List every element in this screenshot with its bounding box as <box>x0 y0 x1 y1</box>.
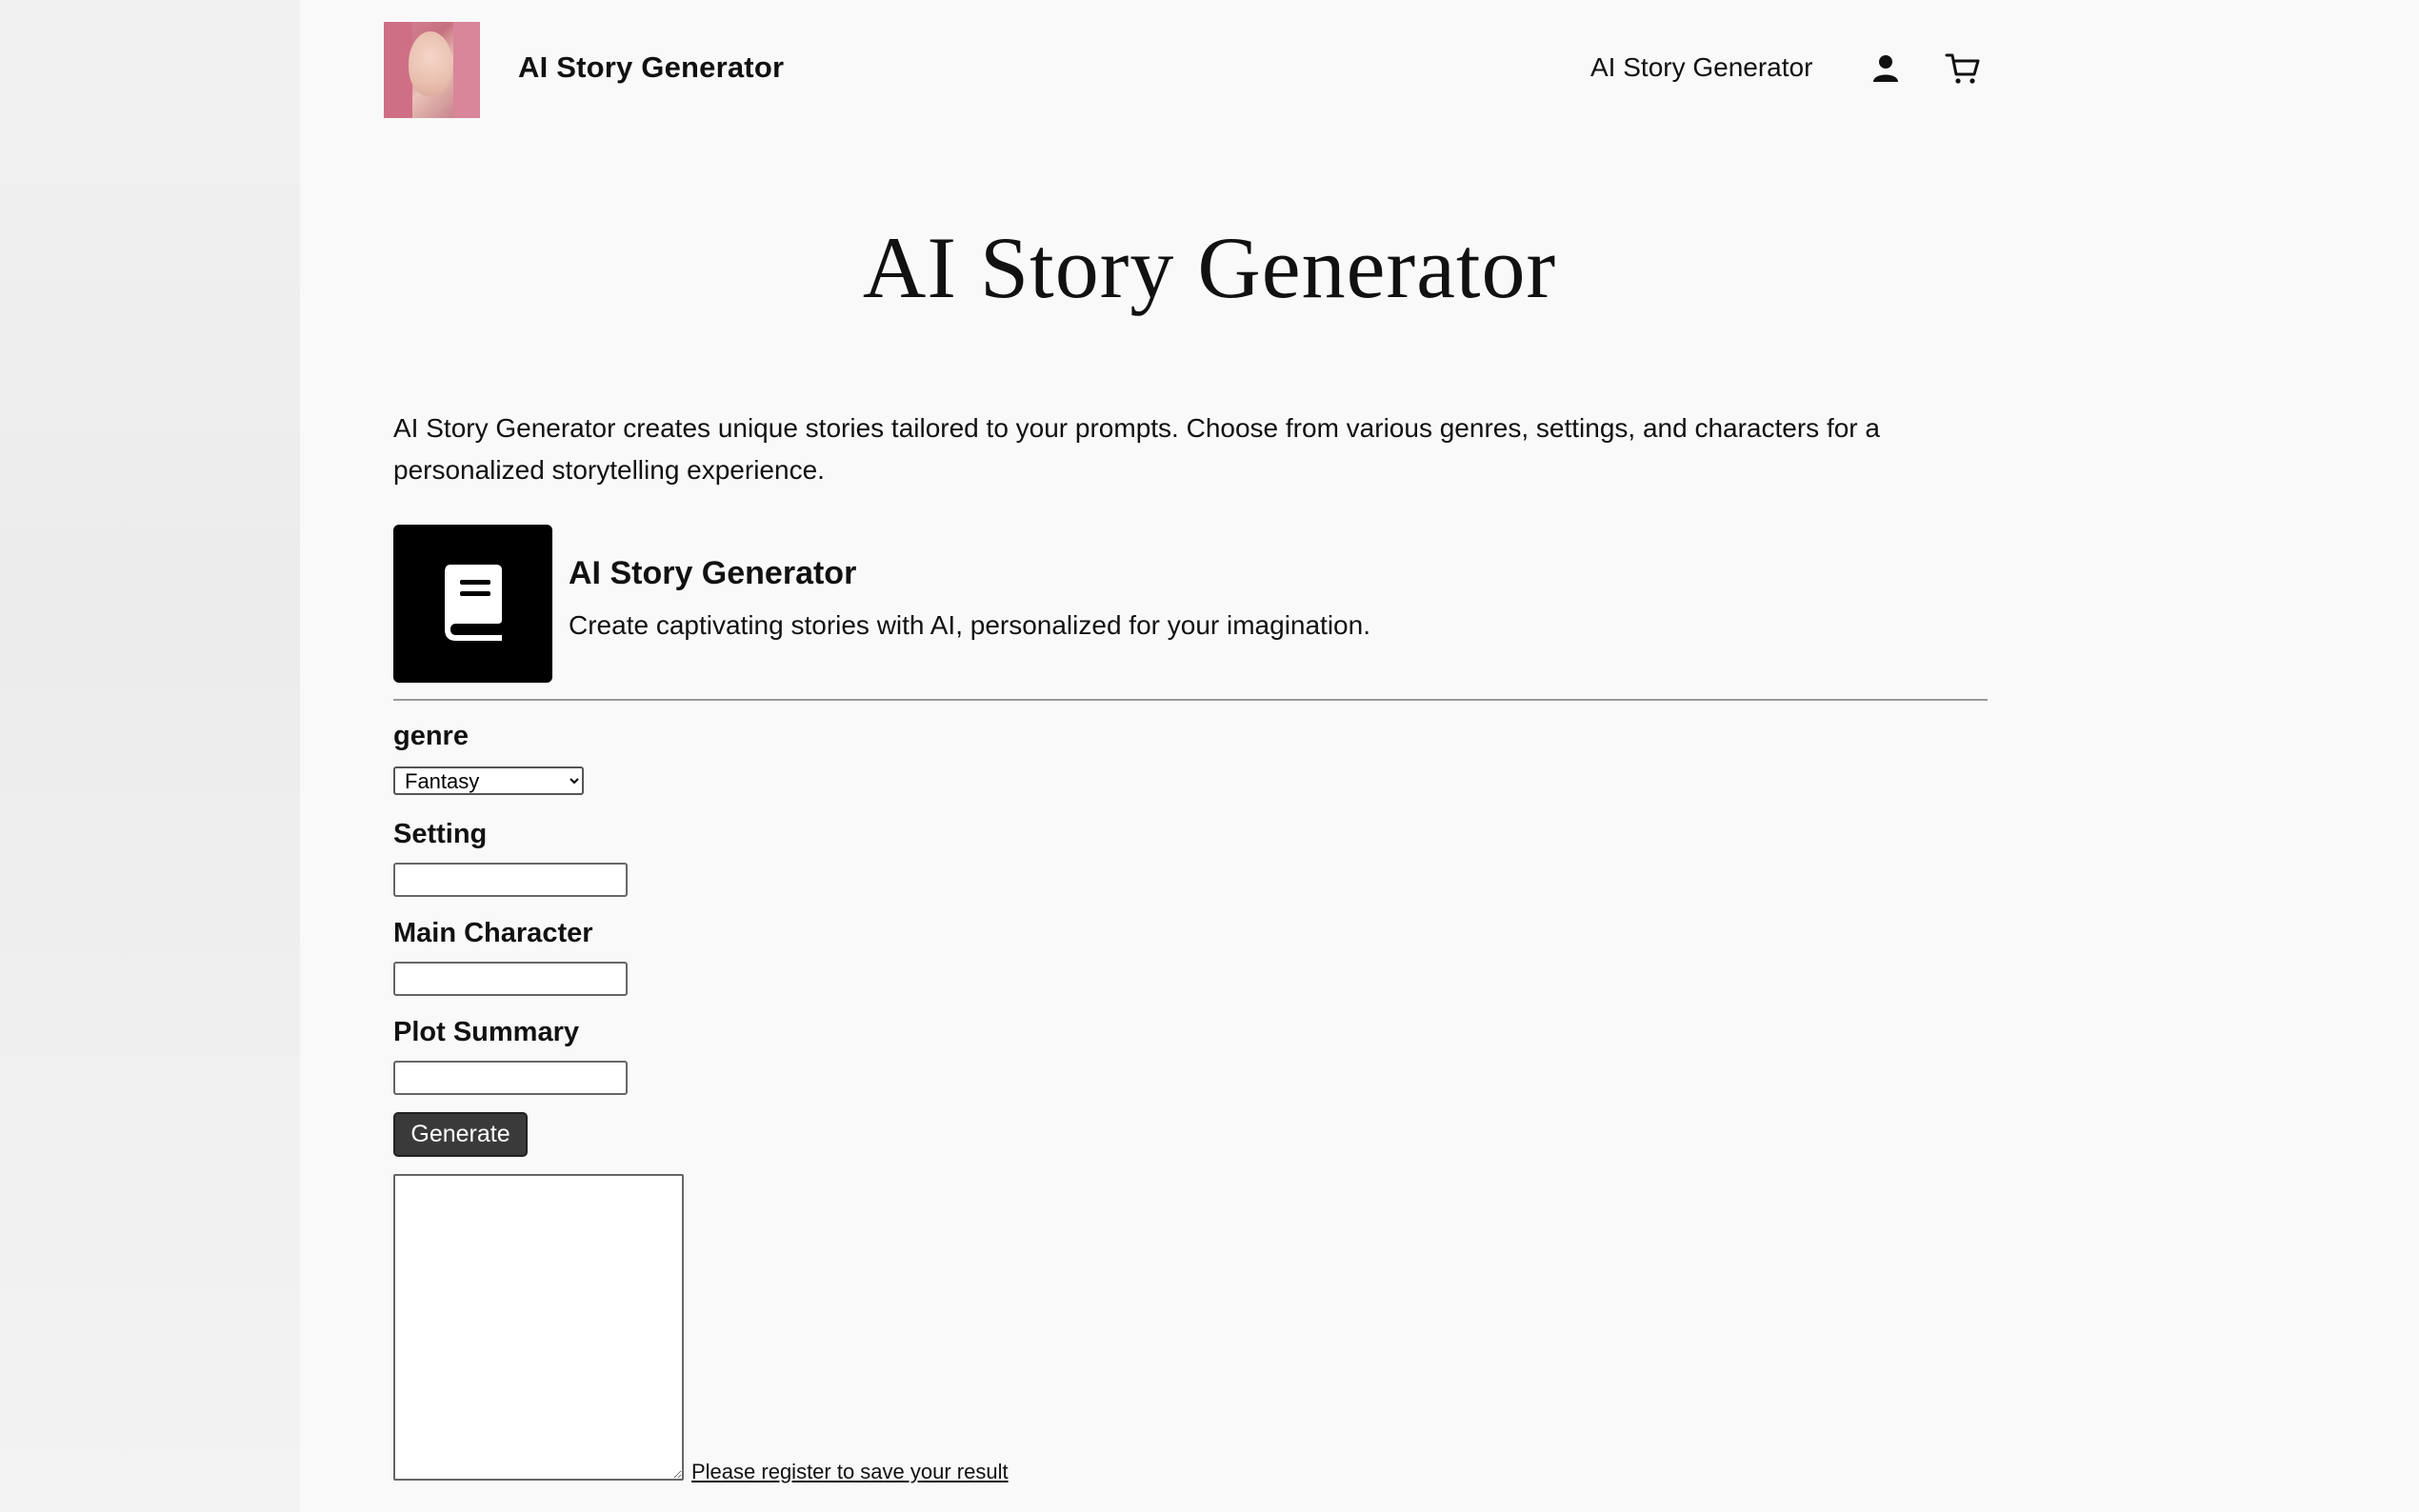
plot-summary-label: Plot Summary <box>393 1017 579 1047</box>
plot-summary-input[interactable] <box>393 1061 628 1095</box>
tool-thumbnail <box>393 525 552 683</box>
genre-select[interactable]: Fantasy <box>393 766 584 795</box>
genre-label: genre <box>393 721 469 751</box>
book-icon <box>437 561 510 647</box>
generate-button[interactable]: Generate <box>393 1112 528 1157</box>
setting-input[interactable] <box>393 863 628 897</box>
tool-title: AI Story Generator <box>569 555 857 591</box>
tool-description: Create captivating stories with AI, pers… <box>569 610 1370 640</box>
divider <box>393 699 1988 701</box>
site-logo[interactable] <box>384 22 480 118</box>
user-icon[interactable] <box>1868 50 1906 88</box>
brand-title[interactable]: AI Story Generator <box>518 50 784 85</box>
intro-text: AI Story Generator creates unique storie… <box>393 413 1880 485</box>
page-title: AI Story Generator <box>862 219 1557 316</box>
setting-label: Setting <box>393 819 488 849</box>
cart-icon[interactable] <box>1944 50 1982 88</box>
main-character-input[interactable] <box>393 962 628 996</box>
register-link[interactable]: Please register to save your result <box>691 1460 1009 1484</box>
main-character-label: Main Character <box>393 918 593 948</box>
result-textarea[interactable] <box>393 1174 684 1481</box>
nav-link-ai-story-generator[interactable]: AI Story Generator <box>1590 52 1812 83</box>
